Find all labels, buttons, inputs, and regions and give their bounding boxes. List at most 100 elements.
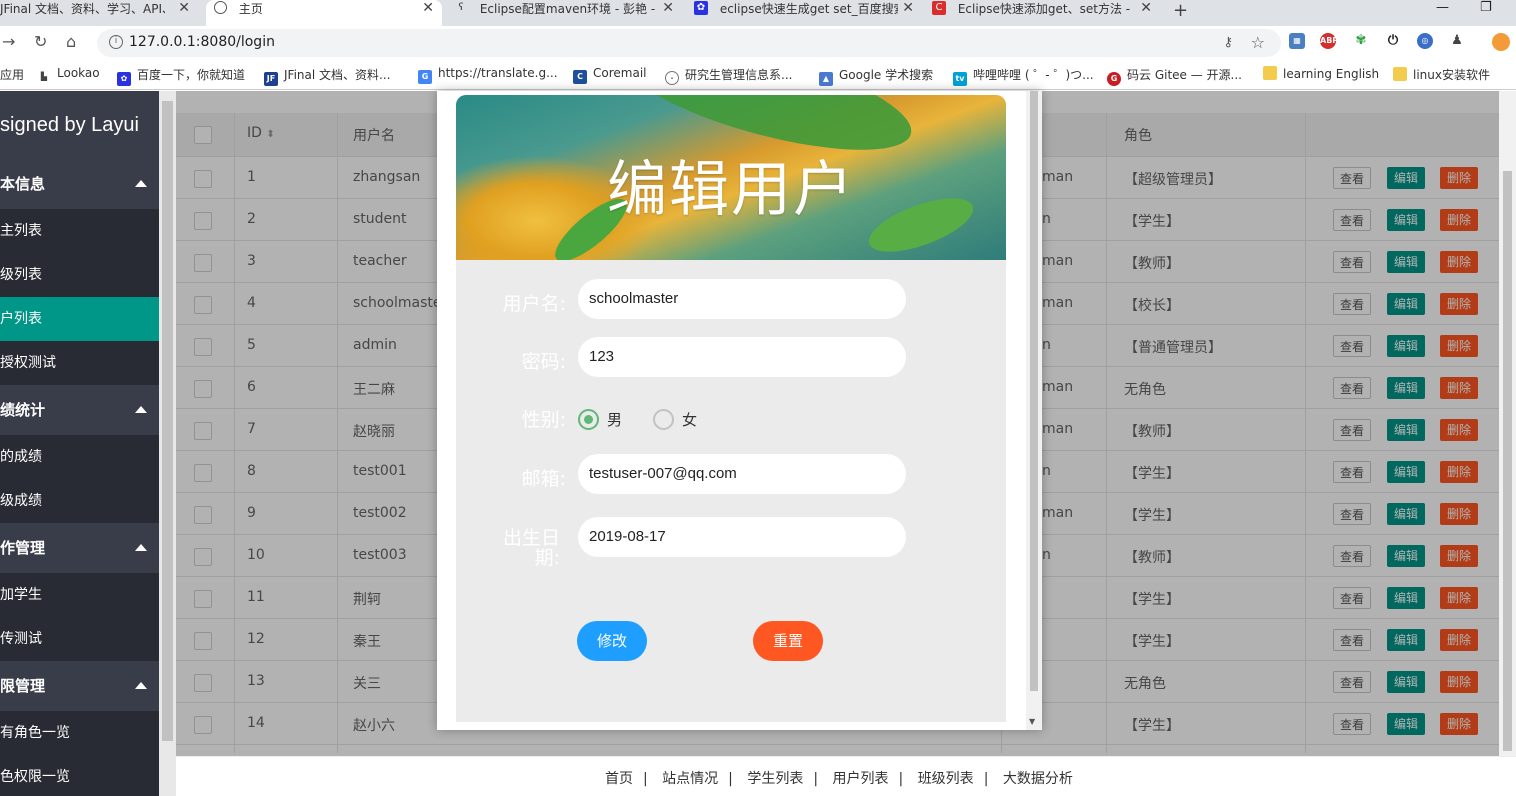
bookmark-label: Google 学术搜索: [839, 68, 934, 82]
browser-tab[interactable]: JFinal 文档、资料、学习、API、 ✕: [0, 0, 198, 26]
gender-label: 性别:: [521, 409, 566, 431]
modal-scrollbar[interactable]: ▼: [1026, 91, 1042, 730]
sidebar-item[interactable]: 授权测试: [0, 341, 159, 385]
bookmark-apps[interactable]: 应用: [0, 66, 24, 83]
close-icon[interactable]: ✕: [1140, 0, 1152, 16]
bookmark-label: 哔哩哔哩 ( ゜- ゜)つ...: [973, 68, 1094, 82]
bookmark[interactable]: Ghttps://translate.g...: [418, 66, 558, 84]
star-icon[interactable]: ☆: [1251, 33, 1265, 52]
edit-user-modal: 编辑用户 用户名: schoolmaster 密码: 123 性别: 男 女 邮…: [437, 91, 1042, 730]
sidebar-item[interactable]: 级列表: [0, 253, 159, 297]
bookmark-folder[interactable]: linux安装软件: [1393, 66, 1490, 83]
bookmark[interactable]: ▙ Lookao: [37, 66, 100, 84]
bookmark[interactable]: G 码云 Gitee — 开源...: [1107, 66, 1242, 86]
sidebar-item-selected[interactable]: 户列表: [0, 297, 159, 341]
profile-avatar-icon[interactable]: [1492, 33, 1510, 51]
close-icon[interactable]: ✕: [178, 0, 190, 16]
username-label: 用户名:: [502, 293, 566, 315]
adblock-icon[interactable]: ABP: [1320, 33, 1338, 49]
bookmark[interactable]: ✿ 百度一下，你就知道: [117, 66, 245, 86]
submit-button[interactable]: 修改: [577, 621, 647, 661]
sidebar-group[interactable]: 绩统计: [0, 385, 159, 435]
bookmark[interactable]: C Coremail: [573, 66, 646, 84]
scrollbar-thumb[interactable]: [1503, 171, 1512, 751]
bookmark-label: Lookao: [57, 66, 100, 80]
footer-link[interactable]: 站点情况: [662, 771, 718, 787]
browser-tab[interactable]: ʕ Eclipse配置maven环境 - 彭艳 - ✕: [446, 0, 682, 26]
baidu-icon: ✿: [117, 72, 131, 86]
bookmark-folder[interactable]: learning English: [1263, 66, 1379, 81]
new-tab-button[interactable]: +: [1173, 0, 1188, 21]
scrollbar-thumb[interactable]: [162, 101, 173, 741]
power-icon[interactable]: ⏻: [1385, 33, 1401, 49]
bookmark-label: 研究生管理信息系...: [685, 68, 793, 82]
scrollbar-thumb[interactable]: [1030, 91, 1038, 691]
sidebar-item[interactable]: 加学生: [0, 573, 159, 617]
bookmarks-bar: 应用 ▙ Lookao ✿ 百度一下，你就知道 JF JFinal 文档、资料... …: [0, 60, 1516, 90]
maximize-icon[interactable]: ❐: [1480, 0, 1492, 15]
paw-icon[interactable]: ✾: [1353, 33, 1369, 49]
email-input[interactable]: testuser-007@qq.com: [578, 454, 906, 494]
username-input[interactable]: schoolmaster: [578, 279, 906, 319]
minimize-icon[interactable]: —: [1436, 0, 1449, 15]
browser-tab[interactable]: ✿ eclipse快速生成get set_百度搜索 ✕: [686, 0, 922, 26]
url-bar[interactable]: i 127.0.0.1:8080/login ⚷ ☆: [97, 29, 1281, 57]
radio-unchecked-icon[interactable]: [653, 409, 674, 430]
info-icon[interactable]: i: [109, 35, 123, 49]
bookmark-label: https://translate.g...: [438, 66, 558, 80]
key-icon[interactable]: ⚷: [1223, 35, 1233, 50]
password-input[interactable]: 123: [578, 337, 906, 377]
extension-icon[interactable]: ◎: [1417, 33, 1433, 49]
birth-label-line: 出生日: [502, 527, 560, 549]
close-icon[interactable]: ✕: [662, 0, 674, 16]
tab-title: 主页: [238, 2, 263, 16]
sidebar-group[interactable]: 限管理: [0, 661, 159, 711]
sidebar-group[interactable]: 本信息: [0, 159, 159, 209]
separator: |: [898, 771, 904, 787]
sidebar-group[interactable]: 作管理: [0, 523, 159, 573]
bookmark[interactable]: JF JFinal 文档、资料...: [264, 66, 390, 86]
sidebar-scrollbar[interactable]: [159, 91, 176, 796]
browser-tab[interactable]: C Eclipse快速添加get、set方法 - ✕: [924, 0, 1160, 26]
footer-link[interactable]: 大数据分析: [1003, 771, 1073, 787]
caret-up-icon: [135, 180, 147, 187]
footer-link[interactable]: 班级列表: [918, 771, 974, 787]
browser-tab-strip: JFinal 文档、资料、学习、API、 ✕ 主页 ✕ ʕ Eclipse配置m…: [0, 0, 1516, 26]
bookmark[interactable]: tv 哔哩哔哩 ( ゜- ゜)つ...: [953, 66, 1094, 86]
sidebar-group-label: 绩统计: [0, 401, 46, 419]
close-icon[interactable]: ✕: [422, 0, 434, 16]
page-scrollbar[interactable]: [1499, 91, 1516, 756]
modal-title: 编辑用户: [607, 155, 855, 225]
tab-title: eclipse快速生成get set_百度搜索: [719, 2, 898, 16]
footer-link[interactable]: 用户列表: [833, 771, 889, 787]
scroll-down-icon[interactable]: ▼: [1029, 717, 1035, 726]
separator: |: [813, 771, 819, 787]
sidebar-item[interactable]: 的成绩: [0, 435, 159, 479]
home-icon[interactable]: ⌂: [66, 32, 76, 51]
translate-icon: G: [418, 70, 432, 84]
sidebar-item[interactable]: 色权限一览: [0, 755, 159, 796]
sidebar-item[interactable]: 主列表: [0, 209, 159, 253]
reload-icon[interactable]: ↻: [34, 32, 47, 51]
extension-icon[interactable]: ♟: [1449, 33, 1465, 49]
close-icon[interactable]: ✕: [902, 0, 914, 16]
bookmark[interactable]: · 研究生管理信息系...: [665, 66, 792, 85]
footer-link[interactable]: 首页: [605, 771, 633, 787]
forward-icon[interactable]: →: [2, 32, 15, 51]
radio-checked-icon[interactable]: [578, 409, 599, 430]
bookmark-label: 百度一下，你就知道: [137, 68, 246, 82]
reset-button[interactable]: 重置: [753, 621, 823, 661]
extension-icon[interactable]: ▦: [1289, 33, 1305, 49]
gender-male-radio[interactable]: 男: [578, 409, 622, 430]
gender-female-radio[interactable]: 女: [653, 409, 697, 430]
baidu-icon: ✿: [694, 1, 708, 15]
password-label: 密码:: [521, 351, 566, 373]
sidebar-item[interactable]: 有角色一览: [0, 711, 159, 755]
browser-tab-active[interactable]: 主页 ✕: [206, 0, 442, 26]
sidebar-item[interactable]: 级成绩: [0, 479, 159, 523]
sidebar-group-label: 作管理: [0, 539, 46, 557]
birth-date-input[interactable]: 2019-08-17: [578, 517, 906, 557]
footer-link[interactable]: 学生列表: [747, 771, 803, 787]
bookmark[interactable]: ▲ Google 学术搜索: [819, 66, 933, 86]
sidebar-item[interactable]: 传测试: [0, 617, 159, 661]
